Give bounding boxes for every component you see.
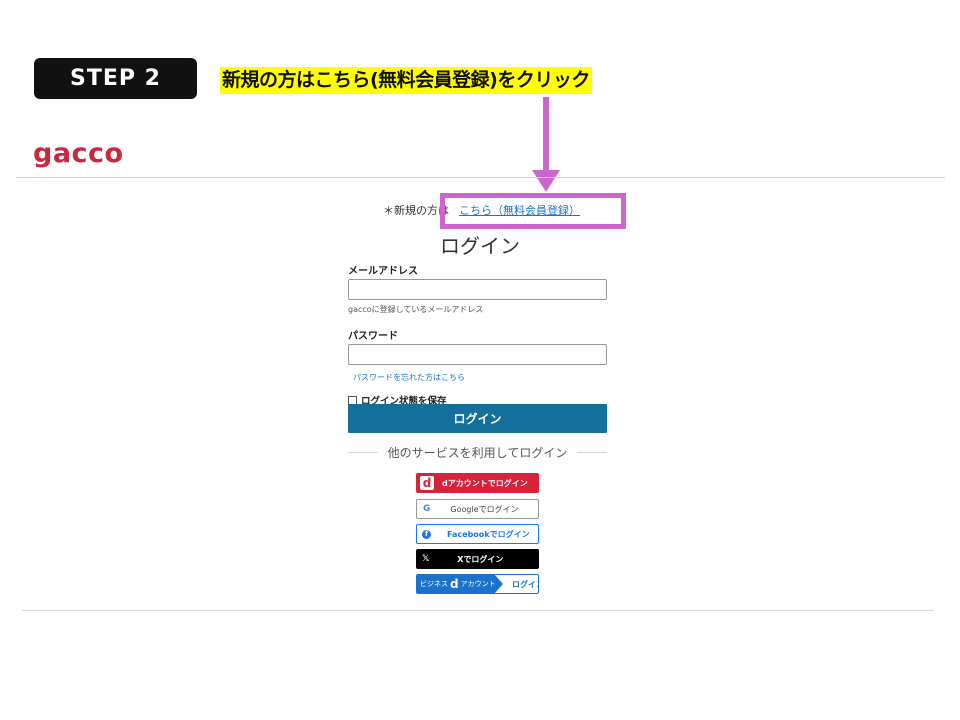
social-separator: 他のサービスを利用してログイン (348, 444, 607, 460)
signup-prefix: ＊新規の方は (383, 204, 449, 217)
password-label: パスワード (348, 331, 398, 342)
footer-divider (22, 610, 934, 611)
facebook-label: Facebookでログイン (447, 529, 530, 539)
page-title: ログイン (440, 234, 520, 258)
login-form: メールアドレス gaccoに登録しているメールアドレス パスワード パスワードを… (348, 262, 607, 407)
login-button[interactable]: ログイン (348, 404, 607, 433)
pointer-arrow (543, 97, 549, 177)
x-icon: 𝕏 (422, 554, 430, 564)
separator-line-right (577, 451, 607, 453)
forgot-password-link[interactable]: パスワードを忘れた方はこちら (353, 372, 465, 383)
business-login-label: ログイン (512, 579, 538, 589)
step-badge: STEP 2 (34, 58, 197, 99)
email-field[interactable] (348, 279, 607, 300)
google-login-button[interactable]: G Googleでログイン (416, 499, 539, 519)
x-login-button[interactable]: 𝕏 Xでログイン (416, 549, 539, 569)
google-label: Googleでログイン (450, 504, 519, 514)
facebook-login-button[interactable]: f Facebookでログイン (416, 524, 539, 544)
signup-line: ＊新規の方は こちら（無料会員登録） (383, 202, 580, 218)
d-account-icon: d (420, 476, 434, 490)
separator-text: 他のサービスを利用してログイン (387, 445, 568, 460)
d-account-label: dアカウントでログイン (442, 478, 528, 488)
separator-line-left (348, 451, 378, 453)
email-hint: gaccoに登録しているメールアドレス (348, 305, 484, 314)
email-label: メールアドレス (348, 266, 418, 277)
business-account-label: アカウント (460, 580, 496, 588)
facebook-icon: f (422, 529, 431, 539)
business-d-mark: d (450, 577, 459, 591)
header-divider (16, 177, 945, 178)
instruction-text: 新規の方はこちら(無料会員登録)をクリック (220, 67, 592, 94)
pointer-arrow-head (532, 170, 560, 192)
d-account-login-button[interactable]: d dアカウントでログイン (416, 473, 539, 493)
x-label: Xでログイン (457, 554, 504, 564)
business-label: ビジネス (420, 580, 448, 588)
signup-link[interactable]: こちら（無料会員登録） (459, 204, 580, 217)
password-field[interactable] (348, 344, 607, 365)
gacco-logo[interactable]: gacco (33, 138, 124, 169)
google-icon: G (423, 504, 431, 514)
business-d-account-login-button[interactable]: ビジネス d アカウント ログイン (416, 574, 539, 594)
business-d-account-icon: ビジネス d アカウント (417, 575, 503, 593)
